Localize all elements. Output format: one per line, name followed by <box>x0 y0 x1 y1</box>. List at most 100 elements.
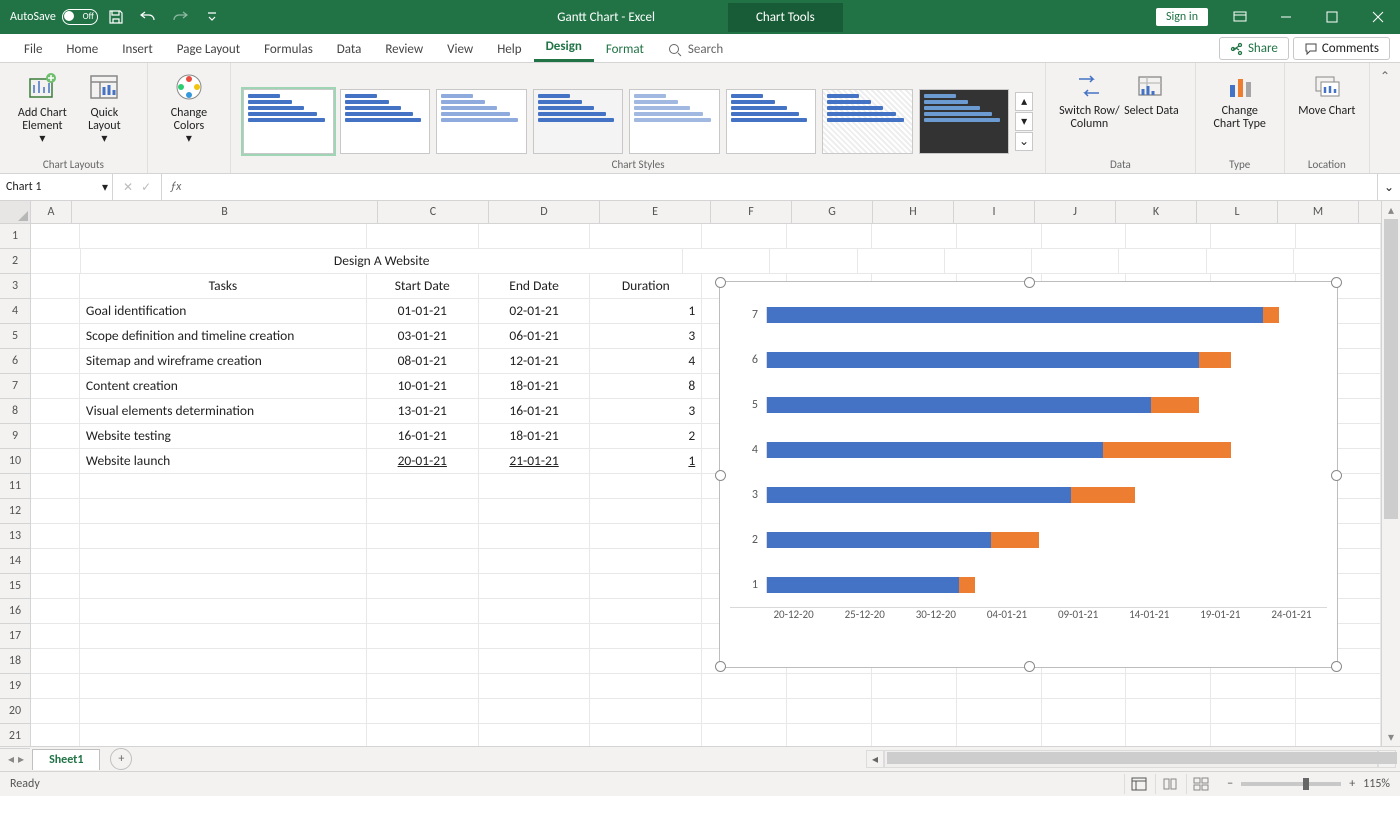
name-box[interactable]: Chart 1▾ <box>0 174 113 200</box>
column-header[interactable]: D <box>489 201 600 223</box>
row-header[interactable]: 11 <box>0 474 30 499</box>
sheet-nav[interactable]: ◂▸ <box>0 752 32 767</box>
add-chart-element-button[interactable]: Add Chart Element▾ <box>11 67 73 155</box>
tell-me-search[interactable]: Search <box>656 37 735 62</box>
formula-input[interactable] <box>189 174 1377 200</box>
tab-data[interactable]: Data <box>325 37 374 62</box>
chart-bar-series2[interactable] <box>1071 487 1135 503</box>
cancel-formula-icon[interactable]: ✕ <box>123 180 133 195</box>
select-all-button[interactable] <box>0 201 30 224</box>
column-header[interactable]: K <box>1116 201 1197 223</box>
column-header[interactable]: A <box>31 201 72 223</box>
embedded-chart[interactable]: 765432120-12-2025-12-2030-12-2004-01-210… <box>719 281 1338 668</box>
fx-icon[interactable]: ƒx <box>162 174 189 200</box>
column-header[interactable]: I <box>954 201 1035 223</box>
row-header[interactable]: 21 <box>0 724 30 749</box>
move-chart-button[interactable]: Move Chart <box>1296 67 1358 155</box>
quick-layout-button[interactable]: Quick Layout▾ <box>73 67 135 155</box>
chart-style-5[interactable] <box>629 89 720 154</box>
row-header[interactable]: 12 <box>0 499 30 524</box>
enter-formula-icon[interactable]: ✓ <box>141 180 151 195</box>
style-gallery-scroll[interactable]: ▴▾⌄ <box>1015 92 1033 151</box>
tab-help[interactable]: Help <box>485 37 533 62</box>
chevron-down-icon[interactable]: ▾ <box>102 180 108 195</box>
chart-bar-series2[interactable] <box>1151 397 1199 413</box>
share-button[interactable]: Share <box>1219 37 1289 60</box>
chart-bar-series1[interactable] <box>767 307 1263 323</box>
chart-bar-series1[interactable] <box>767 532 991 548</box>
autosave-toggle[interactable]: AutoSave Off <box>10 9 98 25</box>
column-header[interactable]: B <box>72 201 378 223</box>
chart-style-1[interactable] <box>243 89 334 154</box>
vertical-scrollbar[interactable]: ▴▾ <box>1381 201 1400 746</box>
switch-row-column-button[interactable]: Switch Row/ Column <box>1058 67 1120 155</box>
column-header[interactable]: E <box>600 201 711 223</box>
row-header[interactable]: 6 <box>0 349 30 374</box>
tab-format[interactable]: Format <box>594 37 656 62</box>
column-header[interactable]: C <box>378 201 489 223</box>
tab-view[interactable]: View <box>435 37 485 62</box>
chart-bar-series2[interactable] <box>959 577 975 593</box>
sheet-tab-sheet1[interactable]: Sheet1 <box>32 749 100 770</box>
collapse-ribbon-icon[interactable]: ⌃ <box>1370 63 1400 173</box>
column-header[interactable]: F <box>711 201 792 223</box>
row-header[interactable]: 19 <box>0 674 30 699</box>
tab-insert[interactable]: Insert <box>110 37 165 62</box>
horizontal-scrollbar[interactable]: ◂▸ <box>866 750 1396 768</box>
chart-style-8[interactable] <box>919 89 1010 154</box>
chart-plot-area[interactable]: 765432120-12-2025-12-2030-12-2004-01-210… <box>730 292 1327 657</box>
chart-style-4[interactable] <box>533 89 624 154</box>
expand-formula-bar-icon[interactable]: ⌄ <box>1377 174 1400 200</box>
select-data-button[interactable]: Select Data <box>1120 67 1182 155</box>
redo-icon[interactable] <box>166 4 194 30</box>
chart-bar-series1[interactable] <box>767 352 1199 368</box>
column-header[interactable]: J <box>1035 201 1116 223</box>
tab-page-layout[interactable]: Page Layout <box>165 37 252 62</box>
minimize-icon[interactable] <box>1264 0 1308 34</box>
row-header[interactable]: 5 <box>0 324 30 349</box>
tab-home[interactable]: Home <box>54 37 110 62</box>
close-icon[interactable] <box>1356 0 1400 34</box>
new-sheet-button[interactable]: + <box>110 748 132 770</box>
chart-bar-series1[interactable] <box>767 442 1103 458</box>
chart-bar-series2[interactable] <box>1103 442 1231 458</box>
row-header[interactable]: 18 <box>0 649 30 674</box>
row-header[interactable]: 13 <box>0 524 30 549</box>
save-icon[interactable] <box>102 4 130 30</box>
chart-bar-series2[interactable] <box>1263 307 1279 323</box>
tab-formulas[interactable]: Formulas <box>252 37 325 62</box>
chart-style-3[interactable] <box>436 89 527 154</box>
change-chart-type-button[interactable]: Change Chart Type <box>1209 67 1271 155</box>
chart-styles-gallery[interactable]: ▴▾⌄ <box>239 67 1037 169</box>
row-header[interactable]: 14 <box>0 549 30 574</box>
zoom-out-button[interactable]: − <box>1227 777 1233 791</box>
customize-qat-icon[interactable] <box>198 4 226 30</box>
column-header[interactable]: M <box>1278 201 1359 223</box>
zoom-slider[interactable] <box>1241 782 1341 786</box>
ribbon-display-icon[interactable] <box>1218 0 1262 34</box>
column-header[interactable]: G <box>792 201 873 223</box>
tab-design[interactable]: Design <box>534 34 594 62</box>
page-break-view-icon[interactable] <box>1186 774 1215 794</box>
chart-style-7[interactable] <box>822 89 913 154</box>
row-header[interactable]: 15 <box>0 574 30 599</box>
undo-icon[interactable] <box>134 4 162 30</box>
chart-bar-series1[interactable] <box>767 577 959 593</box>
row-header[interactable]: 4 <box>0 299 30 324</box>
page-layout-view-icon[interactable] <box>1155 774 1184 794</box>
zoom-in-button[interactable]: + <box>1349 777 1355 791</box>
tab-review[interactable]: Review <box>373 37 435 62</box>
zoom-level[interactable]: 115% <box>1363 777 1390 791</box>
row-header[interactable]: 17 <box>0 624 30 649</box>
row-header[interactable]: 10 <box>0 449 30 474</box>
comments-button[interactable]: Comments <box>1293 37 1390 60</box>
row-header[interactable]: 7 <box>0 374 30 399</box>
change-colors-button[interactable]: Change Colors▾ <box>158 67 220 155</box>
chart-style-6[interactable] <box>726 89 817 154</box>
tab-file[interactable]: File <box>12 37 54 62</box>
sign-in-button[interactable]: Sign in <box>1156 8 1208 26</box>
row-header[interactable]: 8 <box>0 399 30 424</box>
normal-view-icon[interactable] <box>1124 774 1153 794</box>
column-header[interactable]: L <box>1197 201 1278 223</box>
chart-bar-series2[interactable] <box>1199 352 1231 368</box>
